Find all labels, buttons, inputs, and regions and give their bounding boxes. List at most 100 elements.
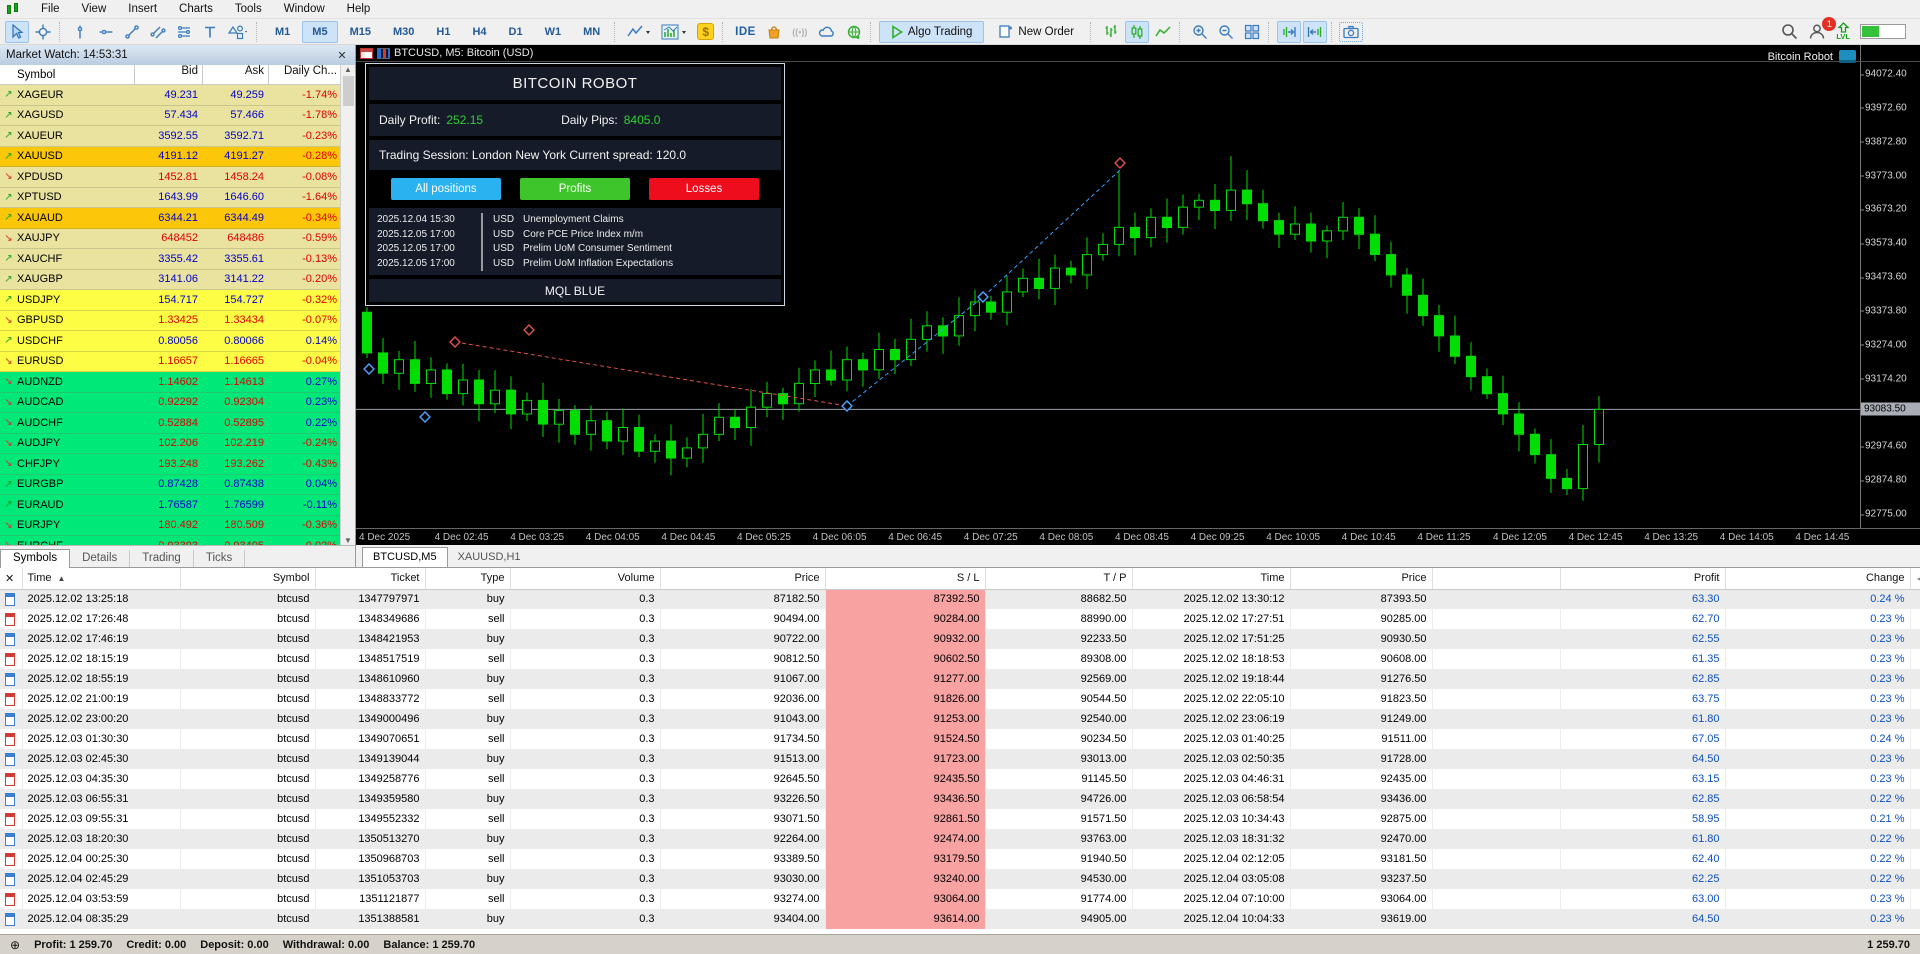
level-indicator[interactable]: LVL <box>1836 22 1850 41</box>
history-row[interactable]: 2025.12.03 06:55:31 btcusd 1349359580 buy 0.… <box>0 789 1920 809</box>
shift-end-button[interactable] <box>1277 20 1302 43</box>
history-row[interactable]: 2025.12.04 02:45:29 btcusd 1351053703 buy 0.… <box>0 869 1920 889</box>
timeframe-m1-button[interactable]: M1 <box>265 21 300 43</box>
chart-area[interactable]: BTCUSD, M5: Bitcoin (USD) Bitcoin Robot … <box>356 45 1920 567</box>
ide-button[interactable]: IDE <box>731 21 760 43</box>
text-tool-button[interactable] <box>198 21 222 43</box>
shapes-tool-button[interactable] <box>224 21 252 43</box>
timeframe-d1-button[interactable]: D1 <box>499 21 533 43</box>
history-column-tp[interactable]: T / P <box>985 568 1133 590</box>
history-column-symbol[interactable]: Symbol <box>180 568 316 590</box>
symbol-row-xageur[interactable]: ↗ XAGEUR 49.231 49.259 -1.74% <box>0 85 355 106</box>
history-row[interactable]: 2025.12.02 13:25:18 btcusd 1347797971 buy 0.… <box>0 589 1920 609</box>
menu-item-help[interactable]: Help <box>336 1 382 17</box>
timeframe-m30-button[interactable]: M30 <box>383 21 424 43</box>
symbol-row-audcad[interactable]: ↘ AUDCAD 0.92292 0.92304 0.23% <box>0 392 355 413</box>
history-column-ticket[interactable]: Ticket <box>315 568 426 590</box>
history-row[interactable]: 2025.12.03 09:55:31 btcusd 1349552332 sell 0… <box>0 809 1920 829</box>
column-header-dailych[interactable]: Daily Ch... <box>268 64 341 85</box>
channel-tool-button[interactable] <box>146 21 170 43</box>
fibonacci-tool-button[interactable] <box>172 21 196 43</box>
auto-scroll-button[interactable] <box>1303 20 1328 43</box>
history-column-profit[interactable]: Profit <box>1560 568 1726 590</box>
screenshot-button[interactable] <box>1339 21 1364 42</box>
line-chart-mode-button[interactable] <box>1151 21 1175 43</box>
history-row[interactable]: 2025.12.02 21:00:19 btcusd 1348833772 sell 0… <box>0 689 1920 709</box>
history-column-volume[interactable]: Volume <box>510 568 661 590</box>
symbol-row-chfjpy[interactable]: ↘ CHFJPY 193.248 193.262 -0.43% <box>0 454 355 475</box>
history-row[interactable]: 2025.12.03 04:35:30 btcusd 1349258776 sell 0… <box>0 769 1920 789</box>
symbol-row-audchf[interactable]: ↘ AUDCHF 0.52884 0.52895 0.22% <box>0 413 355 434</box>
symbol-row-usdjpy[interactable]: ↗ USDJPY 154.717 154.727 -0.32% <box>0 290 355 311</box>
history-row[interactable]: 2025.12.04 03:53:59 btcusd 1351121877 sell 0… <box>0 889 1920 909</box>
symbol-row-xauaud[interactable]: ↗ XAUAUD 6344.21 6344.49 -0.34% <box>0 208 355 229</box>
symbol-row-usdchf[interactable]: ↗ USDCHF 0.80056 0.80066 0.14% <box>0 331 355 352</box>
symbol-row-xptusd[interactable]: ↗ XPTUSD 1643.99 1646.60 -1.64% <box>0 187 355 208</box>
tab-details[interactable]: Details <box>70 550 131 567</box>
column-header-ask[interactable]: Ask <box>202 64 268 85</box>
history-column-sl[interactable]: S / L <box>825 568 986 590</box>
symbol-row-eurchf[interactable]: ↘EURCHF0.933930.93405-0.02% <box>0 536 355 545</box>
symbol-row-xaueur[interactable]: ↗ XAUEUR 3592.55 3592.71 -0.23% <box>0 126 355 147</box>
history-column-time[interactable]: Time ▲ <box>22 568 181 590</box>
crosshair-tool-button[interactable] <box>31 21 55 43</box>
history-row[interactable]: 2025.12.04 08:35:29 btcusd 1351388581 buy 0.… <box>0 909 1920 929</box>
zoom-in-button[interactable] <box>1188 21 1212 43</box>
history-row[interactable]: 2025.12.02 23:00:20 btcusd 1349000496 buy 0.… <box>0 709 1920 729</box>
symbol-row-xagusd[interactable]: ↗ XAGUSD 57.434 57.466 -1.78% <box>0 105 355 126</box>
symbol-row-eurusd[interactable]: ↘ EURUSD 1.16657 1.16665 -0.04% <box>0 351 355 372</box>
cloud-button[interactable] <box>814 21 840 43</box>
history-column-price[interactable]: Price <box>1290 568 1433 590</box>
close-icon[interactable]: ✕ <box>335 49 349 62</box>
history-row[interactable]: 2025.12.02 17:46:19 btcusd 1348421953 buy 0.… <box>0 629 1920 649</box>
account-button[interactable]: 1 <box>1808 17 1837 40</box>
horizontal-line-tool-button[interactable] <box>94 21 118 43</box>
tab-symbols[interactable]: Symbols <box>0 549 71 568</box>
timeframe-mn-button[interactable]: MN <box>573 21 610 43</box>
menu-item-insert[interactable]: Insert <box>117 1 168 17</box>
trendline-tool-button[interactable] <box>120 21 144 43</box>
symbol-row-audnzd[interactable]: ↘ AUDNZD 1.14602 1.14613 0.27% <box>0 372 355 393</box>
tab-ticks[interactable]: Ticks <box>194 550 246 567</box>
tile-windows-button[interactable] <box>1240 21 1264 43</box>
price-axis[interactable]: 94072.40 93972.60 93872.80 93773.00 93673.20… <box>1860 45 1920 528</box>
history-row[interactable]: 2025.12.02 17:26:48 btcusd 1348349686 sell 0… <box>0 609 1920 629</box>
timeframe-h4-button[interactable]: H4 <box>462 21 496 43</box>
menu-item-tools[interactable]: Tools <box>224 1 273 17</box>
menu-item-view[interactable]: View <box>71 1 118 17</box>
timeframe-m5-button[interactable]: M5 <box>302 20 338 43</box>
history-row[interactable]: 2025.12.03 02:45:30 btcusd 1349139044 buy 0.… <box>0 749 1920 769</box>
currency-button[interactable]: $ <box>693 21 718 43</box>
history-column-price[interactable]: Price <box>660 568 826 590</box>
scroll-down-icon[interactable]: ▼ <box>344 536 352 545</box>
zoom-out-button[interactable] <box>1214 21 1238 43</box>
algo-trading-button[interactable]: Algo Trading <box>878 20 985 43</box>
robot-button-profits[interactable]: Profits <box>520 178 630 200</box>
timeframe-h1-button[interactable]: H1 <box>426 21 460 43</box>
timeframe-m15-button[interactable]: M15 <box>340 21 381 43</box>
bar-chart-mode-button[interactable] <box>1099 21 1123 43</box>
symbol-row-xaugbp[interactable]: ↗ XAUGBP 3141.06 3141.22 -0.20% <box>0 269 355 290</box>
menu-item-window[interactable]: Window <box>273 1 336 17</box>
timeframe-w1-button[interactable]: W1 <box>535 21 572 43</box>
history-row[interactable]: 2025.12.03 01:30:30 btcusd 1349070651 sell 0… <box>0 729 1920 749</box>
candle-chart-mode-button[interactable] <box>1125 20 1150 43</box>
chart-tab-btcusdm5[interactable]: BTCUSD,M5 <box>362 547 448 567</box>
history-column-change[interactable]: Change <box>1725 568 1911 590</box>
menu-item-file[interactable]: File <box>30 1 71 17</box>
scroll-thumb[interactable] <box>342 76 354 106</box>
robot-button-all-positions[interactable]: All positions <box>391 178 501 200</box>
scroll-up-icon[interactable]: ▲ <box>344 65 352 74</box>
market-button[interactable] <box>762 21 786 43</box>
symbol-row-xauchf[interactable]: ↗ XAUCHF 3355.42 3355.61 -0.13% <box>0 249 355 270</box>
menu-item-charts[interactable]: Charts <box>168 1 224 17</box>
toolbox-close-button[interactable]: ✕ <box>0 568 23 590</box>
column-header-bid[interactable]: Bid <box>134 64 202 85</box>
symbol-row-xpdusd[interactable]: ↘ XPDUSD 1452.81 1458.24 -0.08% <box>0 167 355 188</box>
symbol-row-euraud[interactable]: ↗ EURAUD 1.76587 1.76599 -0.11% <box>0 495 355 516</box>
column-scroll-icons[interactable]: ◄► <box>1916 576 1920 583</box>
robot-button-losses[interactable]: Losses <box>649 178 759 200</box>
tab-trading[interactable]: Trading <box>130 550 194 567</box>
indicator-window-dropdown-button[interactable] <box>657 21 691 43</box>
column-header-symbol[interactable]: Symbol <box>17 69 134 81</box>
